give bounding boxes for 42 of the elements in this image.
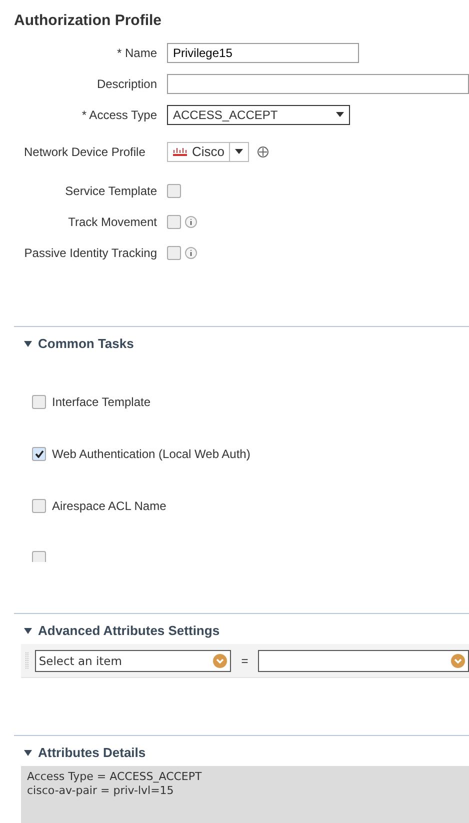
expanded-icon[interactable] (24, 340, 32, 346)
expanded-icon[interactable] (24, 750, 32, 756)
text-field[interactable]: Privilege15 (167, 42, 359, 62)
option-label: Service Template (64, 184, 158, 198)
drag-handle-icon[interactable] (25, 652, 29, 670)
section-title: Advanced Attributes Settings (38, 623, 220, 638)
checkbox[interactable] (167, 246, 181, 260)
checkbox[interactable] (32, 447, 46, 461)
checkbox[interactable] (167, 184, 181, 198)
dropdown-icon[interactable] (213, 654, 228, 668)
checkbox[interactable] (32, 499, 46, 513)
info-icon[interactable] (185, 216, 197, 228)
option-label: Track Movement (67, 214, 158, 228)
dropdown-icon[interactable] (451, 654, 465, 668)
detail-line: Access Type = ACCESS_ACCEPT (27, 770, 203, 784)
section-title: Common Tasks (38, 336, 134, 351)
task-label: Interface Template (52, 395, 151, 409)
detail-line: cisco-av-pair = priv-lvl=15 (27, 784, 175, 798)
field-label: Network Device Profile (23, 144, 146, 158)
logo-icon (172, 146, 188, 156)
text-field[interactable] (167, 74, 469, 94)
expanded-icon[interactable] (24, 628, 32, 634)
page-title: Authorization Profile (13, 12, 162, 29)
info-icon[interactable] (185, 246, 197, 258)
operator: = (240, 654, 250, 668)
checkbox[interactable] (167, 214, 181, 228)
checkbox[interactable] (32, 551, 46, 562)
caret-icon (234, 149, 243, 154)
attribute-select[interactable]: Select an item (34, 650, 232, 672)
field-label: Description (96, 76, 158, 90)
section-title: Attributes Details (38, 745, 146, 760)
device-profile-select[interactable]: Cisco (167, 142, 249, 162)
task-label: Airespace ACL Name (52, 499, 166, 513)
add-icon[interactable] (256, 146, 269, 158)
caret-icon (336, 112, 344, 117)
field-label: * Access Type (80, 108, 158, 122)
field-label: * Name (116, 46, 158, 60)
value-select[interactable] (258, 650, 469, 672)
option-label: Passive Identity Tracking (23, 246, 158, 260)
checkbox[interactable] (32, 395, 46, 409)
access-type-select[interactable]: ACCESS_ACCEPT (167, 104, 350, 124)
task-label: Web Authentication (Local Web Auth) (52, 447, 250, 461)
